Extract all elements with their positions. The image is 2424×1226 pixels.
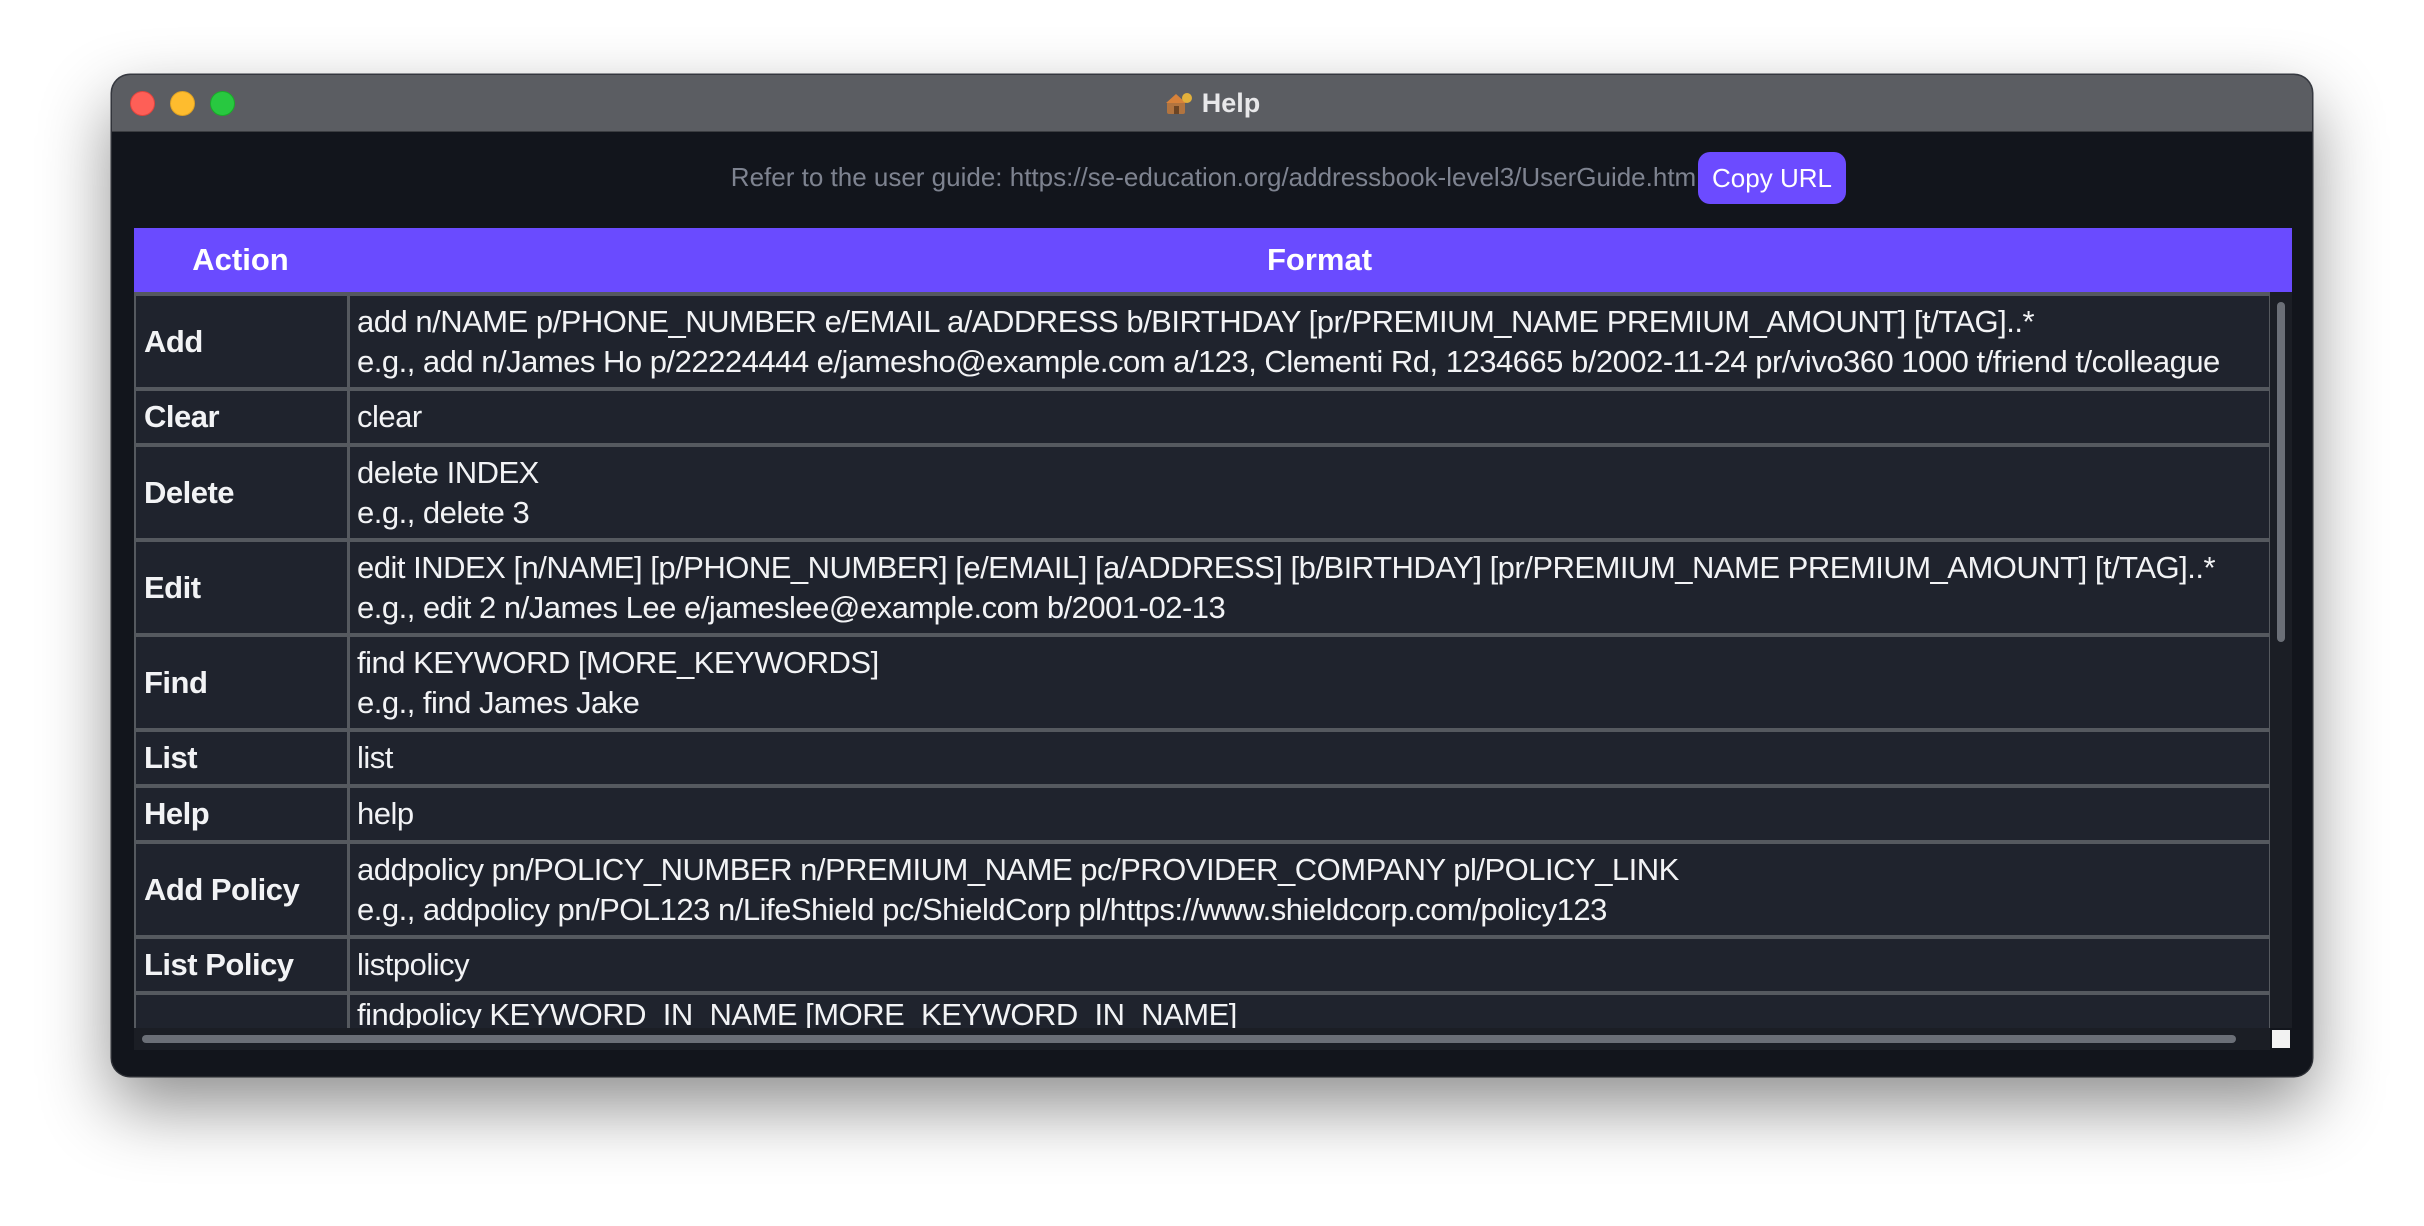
table-row[interactable]: Find find KEYWORD [MORE_KEYWORDS] e.g., …: [134, 637, 2270, 728]
format-syntax: list: [357, 740, 393, 775]
format-cell: delete INDEX e.g., delete 3: [350, 447, 2269, 538]
action-cell: List: [136, 732, 347, 784]
app-icon: [1165, 93, 1192, 114]
horizontal-scroll-thumb[interactable]: [142, 1035, 2236, 1043]
vertical-scroll-thumb[interactable]: [2277, 302, 2285, 642]
format-cell: help: [350, 788, 2269, 840]
table-row[interactable]: Delete delete INDEX e.g., delete 3: [134, 447, 2270, 538]
column-header-format[interactable]: Format: [347, 228, 2292, 292]
table-row[interactable]: Edit edit INDEX [n/NAME] [p/PHONE_NUMBER…: [134, 542, 2270, 633]
format-syntax: delete INDEX: [357, 454, 539, 490]
format-cell: addpolicy pn/POLICY_NUMBER n/PREMIUM_NAM…: [350, 844, 2269, 935]
action-cell: Edit: [136, 542, 347, 633]
format-example: e.g., add n/James Ho p/22224444 e/jamesh…: [357, 343, 2220, 379]
format-example: e.g., addpolicy pn/POL123 n/LifeShield p…: [357, 891, 1607, 927]
action-cell: List Policy: [136, 939, 347, 991]
table-row[interactable]: Help help: [134, 788, 2270, 840]
format-cell: listpolicy: [350, 939, 2269, 991]
action-cell: Find: [136, 637, 347, 728]
action-cell: Add: [136, 296, 347, 387]
user-guide-message: Refer to the user guide: https://se-educ…: [730, 162, 1702, 192]
format-syntax: addpolicy pn/POLICY_NUMBER n/PREMIUM_NAM…: [357, 851, 1679, 887]
format-cell: find KEYWORD [MORE_KEYWORDS] e.g., find …: [350, 637, 2269, 728]
action-cell: Clear: [136, 391, 347, 443]
table-row[interactable]: Clear clear: [134, 391, 2270, 443]
format-syntax: find KEYWORD [MORE_KEYWORDS]: [357, 644, 879, 680]
table-row[interactable]: List list: [134, 732, 2270, 784]
format-cell: edit INDEX [n/NAME] [p/PHONE_NUMBER] [e/…: [350, 542, 2269, 633]
copy-url-button[interactable]: Copy URL: [1698, 152, 1846, 204]
action-cell: Help: [136, 788, 347, 840]
format-cell: add n/NAME p/PHONE_NUMBER e/EMAIL a/ADDR…: [350, 296, 2269, 387]
format-example: e.g., find James Jake: [357, 684, 640, 720]
scroll-corner: [2272, 1030, 2290, 1048]
table-row[interactable]: findpolicy KEYWORD_IN_NAME [MORE_KEYWORD…: [134, 995, 2270, 1028]
table-row[interactable]: Add Policy addpolicy pn/POLICY_NUMBER n/…: [134, 844, 2270, 935]
format-example: e.g., delete 3: [357, 494, 530, 530]
title-bar[interactable]: Help: [112, 75, 2312, 132]
action-cell: Delete: [136, 447, 347, 538]
help-content: Refer to the user guide: https://se-educ…: [112, 132, 2312, 1076]
format-syntax: help: [357, 796, 414, 831]
format-syntax: listpolicy: [357, 947, 470, 982]
action-cell: [136, 995, 347, 1028]
format-syntax: clear: [357, 399, 422, 434]
format-cell: findpolicy KEYWORD_IN_NAME [MORE_KEYWORD…: [350, 995, 2269, 1028]
command-table: Action Format Add add n/NAME p/PHONE_NUM…: [134, 228, 2292, 1050]
user-guide-bar: Refer to the user guide: https://se-educ…: [112, 132, 2312, 222]
table-body[interactable]: Add add n/NAME p/PHONE_NUMBER e/EMAIL a/…: [134, 292, 2270, 1028]
table-header: Action Format: [134, 228, 2292, 292]
window-title: Help: [1201, 87, 1261, 118]
format-syntax: findpolicy KEYWORD_IN_NAME [MORE_KEYWORD…: [357, 997, 1237, 1028]
format-example: e.g., edit 2 n/James Lee e/jameslee@exam…: [357, 589, 1226, 625]
table-row[interactable]: Add add n/NAME p/PHONE_NUMBER e/EMAIL a/…: [134, 296, 2270, 387]
help-window: Help Refer to the user guide: https://se…: [112, 75, 2312, 1076]
vertical-scrollbar[interactable]: [2270, 292, 2292, 1028]
format-cell: clear: [350, 391, 2269, 443]
column-header-action[interactable]: Action: [134, 228, 347, 292]
format-syntax: edit INDEX [n/NAME] [p/PHONE_NUMBER] [e/…: [357, 549, 2216, 585]
action-cell: Add Policy: [136, 844, 347, 935]
horizontal-scrollbar[interactable]: [134, 1028, 2270, 1050]
table-row[interactable]: List Policy listpolicy: [134, 939, 2270, 991]
format-syntax: add n/NAME p/PHONE_NUMBER e/EMAIL a/ADDR…: [357, 303, 2035, 339]
format-cell: list: [350, 732, 2269, 784]
